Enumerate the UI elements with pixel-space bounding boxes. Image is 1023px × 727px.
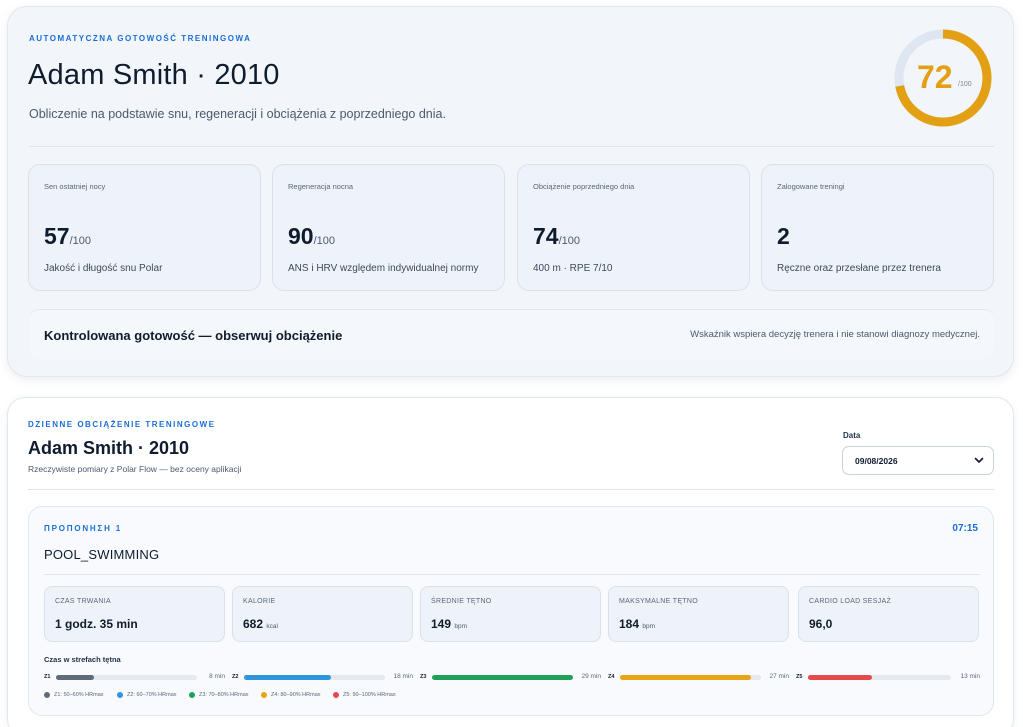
metric-card-previous-load: Obciążenie poprzedniego dnia 74/100 400 … <box>517 164 750 291</box>
hr-zone-z3: Z3 29 min <box>420 671 601 685</box>
metric-desc: 400 m · RPE 7/10 <box>533 263 613 274</box>
stat-calories: KALORIE 682 kcal <box>232 586 413 642</box>
status-title: Kontrolowana gotowość — obserwuj obciąże… <box>44 328 343 343</box>
metric-desc: Jakość i długość snu Polar <box>44 263 163 274</box>
stat-value: 682 kcal <box>243 617 278 631</box>
metric-card-sleep: Sen ostatniej nocy 57/100 Jakość i długo… <box>28 164 261 291</box>
date-value: 09/08/2026 <box>855 456 898 466</box>
readiness-score-value: 72 <box>917 59 953 95</box>
hr-zone-z2: Z2 18 min <box>232 671 413 685</box>
daily-load-eyebrow: DZIENNE OBCIĄŻENIE TRENINGOWE <box>28 420 216 429</box>
legend-dot <box>117 692 123 698</box>
zone-track <box>56 675 197 680</box>
stat-label: KALORIE <box>243 598 276 605</box>
stat-label: ŚREDNIE TĘTNO <box>431 598 492 605</box>
metric-value: 57/100 <box>44 223 92 249</box>
legend-dot <box>189 692 195 698</box>
zone-id: Z5 <box>796 674 803 680</box>
stat-avg-hr: ŚREDNIE TĘTNO 149 bpm <box>420 586 601 642</box>
date-select[interactable]: 09/08/2026 <box>842 446 994 475</box>
stat-cardio-load: CARDIO LOAD SESJAŻ 96,0 <box>798 586 979 642</box>
legend-text: Z5: 90–100% HRmax <box>343 692 396 698</box>
metric-label: Zalogowane treningi <box>777 182 845 191</box>
legend-dot <box>44 692 50 698</box>
metric-value: 74/100 <box>533 223 581 249</box>
daily-load-card: DZIENNE OBCIĄŻENIE TRENINGOWE Adam Smith… <box>7 397 1014 727</box>
stat-label: MAKSYMALNE TĘTNO <box>619 598 698 605</box>
zone-minutes: 18 min <box>393 673 413 680</box>
zone-track <box>432 675 573 680</box>
metric-label: Obciążenie poprzedniego dnia <box>533 182 635 191</box>
readiness-status-banner: Kontrolowana gotowość — obserwuj obciąże… <box>29 309 994 359</box>
zone-track <box>620 675 761 680</box>
zone-fill <box>56 675 95 680</box>
metric-label: Regeneracja nocna <box>288 182 354 191</box>
metric-desc: Ręczne oraz przesłane przez trenera <box>777 263 941 274</box>
zone-minutes: 27 min <box>769 673 789 680</box>
zone-fill <box>244 675 332 680</box>
legend-text: Z1: 50–60% HRmax <box>54 692 104 698</box>
training-session-card: ΠΡΟΠΟΝΗΣΗ 1 07:15 POOL_SWIMMING CZAS TRW… <box>28 506 994 716</box>
readiness-eyebrow: AUTOMATYCZNA GOTOWOŚĆ TRENINGOWA <box>29 34 252 43</box>
stat-value: 96,0 <box>809 617 833 631</box>
legend-dot <box>333 692 339 698</box>
divider <box>28 489 994 490</box>
hr-zone-z1: Z1 8 min <box>44 671 225 685</box>
readiness-card: AUTOMATYCZNA GOTOWOŚĆ TRENINGOWA Adam Sm… <box>7 6 1014 377</box>
zone-track <box>808 675 951 680</box>
chevron-down-icon <box>974 457 984 463</box>
date-label: Data <box>843 431 861 440</box>
zone-id: Z1 <box>44 674 51 680</box>
metric-desc: ANS i HRV względem indywidualnej normy <box>288 263 479 274</box>
hr-zones-title: Czas w strefach tętna <box>44 655 121 664</box>
zone-id: Z3 <box>420 674 427 680</box>
readiness-subtitle: Obliczenie na podstawie snu, regeneracji… <box>29 107 446 121</box>
zone-minutes: 29 min <box>581 673 601 680</box>
readiness-score-max: /100 <box>958 81 972 88</box>
legend-dot <box>261 692 267 698</box>
metric-label: Sen ostatniej nocy <box>44 182 106 191</box>
zone-minutes: 8 min <box>209 673 225 680</box>
session-time: 07:15 <box>952 523 978 534</box>
stat-max-hr: MAKSYMALNE TĘTNO 184 bpm <box>608 586 789 642</box>
stat-value: 1 godz. 35 min <box>55 617 138 631</box>
stat-label: CARDIO LOAD SESJAŻ <box>809 598 892 605</box>
stat-label: CZAS TRWANIA <box>55 598 111 605</box>
metric-value: 2 <box>777 223 790 249</box>
stat-value: 184 bpm <box>619 617 656 631</box>
athlete-title: Adam Smith · 2010 <box>28 59 280 91</box>
zone-id: Z4 <box>608 674 615 680</box>
metric-card-recovery: Regeneracja nocna 90/100 ANS i HRV wzglę… <box>272 164 505 291</box>
divider <box>44 574 980 575</box>
zone-fill <box>432 675 573 680</box>
session-sport-name: POOL_SWIMMING <box>44 547 160 562</box>
hr-zone-z4: Z4 27 min <box>608 671 789 685</box>
legend-text: Z4: 80–90% HRmax <box>271 692 321 698</box>
metric-value: 90/100 <box>288 223 336 249</box>
divider <box>29 146 994 147</box>
session-eyebrow: ΠΡΟΠΟΝΗΣΗ 1 <box>44 524 122 533</box>
zone-fill <box>620 675 752 680</box>
zone-id: Z2 <box>232 674 239 680</box>
stat-duration: CZAS TRWANIA 1 godz. 35 min <box>44 586 225 642</box>
daily-load-subtitle: Rzeczywiste pomiary z Polar Flow — bez o… <box>28 464 242 474</box>
metric-card-logged-trainings: Zalogowane treningi 2 Ręczne oraz przesł… <box>761 164 994 291</box>
daily-load-title: Adam Smith · 2010 <box>28 438 190 458</box>
legend-text: Z3: 70–80% HRmax <box>199 692 249 698</box>
zone-minutes: 13 min <box>960 673 980 680</box>
hr-zone-z5: Z5 13 min <box>796 671 980 685</box>
status-disclaimer: Wskaźnik wspiera decyzję trenera i nie s… <box>690 329 980 340</box>
zone-track <box>244 675 385 680</box>
stat-value: 149 bpm <box>431 617 468 631</box>
legend-text: Z2: 60–70% HRmax <box>127 692 177 698</box>
zone-fill <box>808 675 873 680</box>
